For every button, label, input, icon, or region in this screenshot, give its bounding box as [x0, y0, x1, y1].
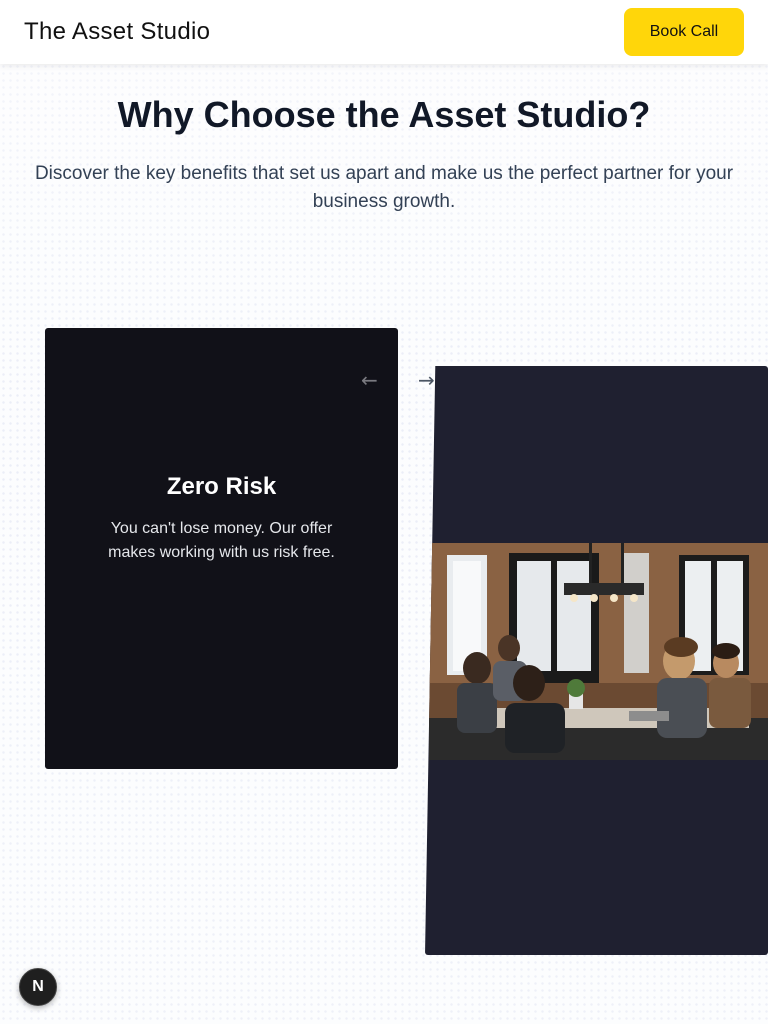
card-description: You can't lose money. Our offer makes wo… [108, 519, 335, 561]
book-call-button[interactable]: Book Call [624, 8, 744, 56]
team-meeting-illustration [429, 543, 768, 760]
arrow-left-icon[interactable]: ← [361, 368, 378, 392]
page: The Asset Studio Book Call Why Choose th… [0, 0, 768, 1024]
team-meeting-photo [429, 543, 768, 760]
n-logo-badge[interactable]: N [19, 968, 57, 1006]
benefit-card-zero-risk: Zero Risk You can't lose money. Our offe… [45, 328, 398, 769]
benefit-card-image [425, 366, 768, 955]
section-subtitle: Discover the key benefits that set us ap… [34, 163, 734, 212]
arrow-right-icon[interactable]: → [418, 368, 435, 392]
site-header: The Asset Studio Book Call [0, 0, 768, 64]
brand-logo-text[interactable]: The Asset Studio [24, 18, 210, 46]
card-title: Zero Risk [166, 472, 277, 500]
section-title: Why Choose the Asset Studio? [117, 94, 651, 135]
